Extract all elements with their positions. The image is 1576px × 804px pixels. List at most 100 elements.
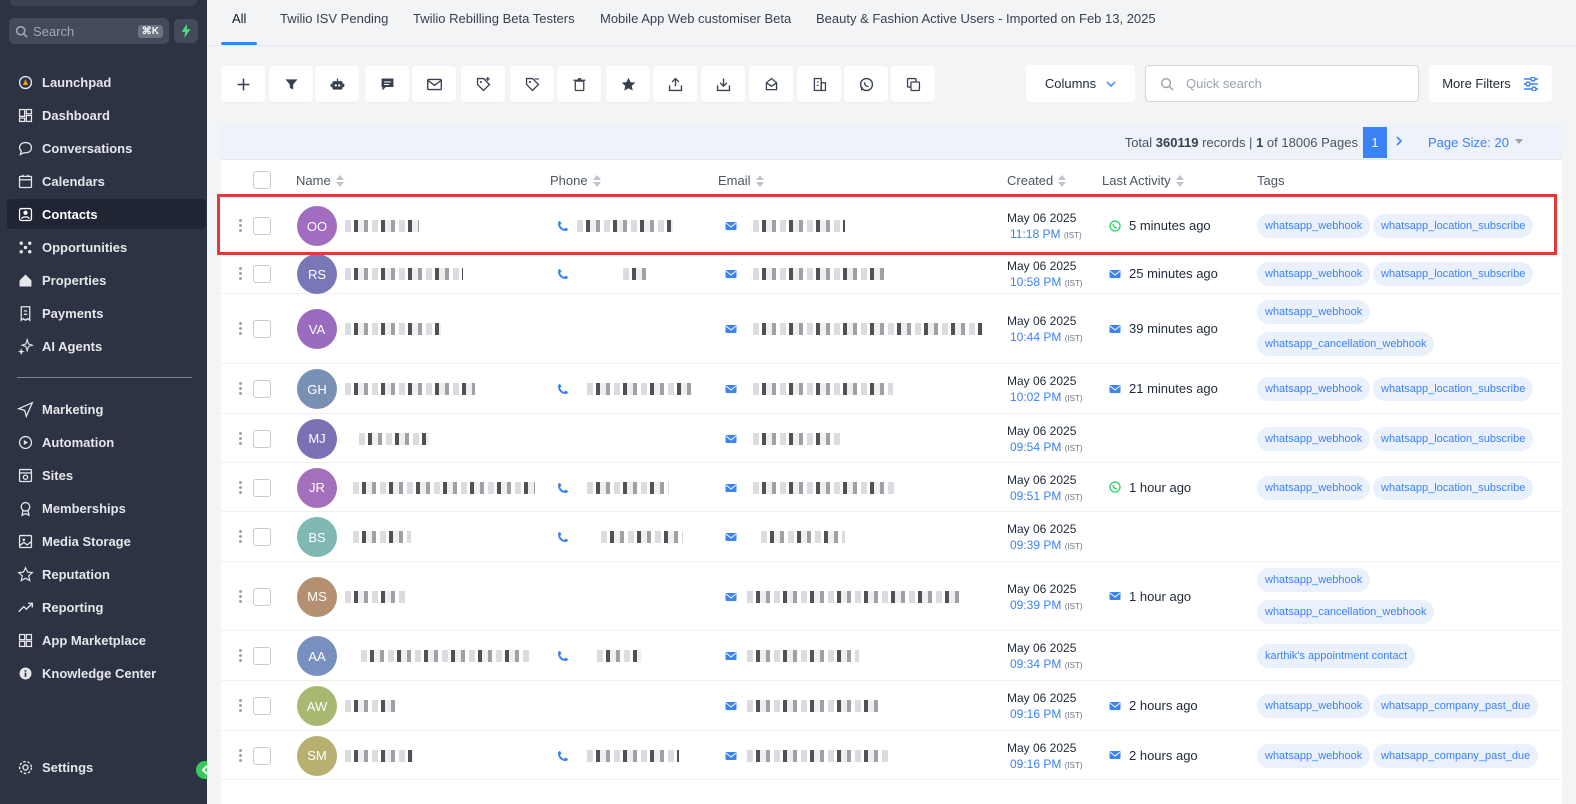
avatar[interactable]: MJ: [297, 418, 337, 459]
tag-add-toolbar-button[interactable]: [461, 66, 505, 102]
row-checkbox[interactable]: [253, 528, 271, 546]
contact-name-redacted[interactable]: [361, 650, 531, 662]
phone-redacted[interactable]: [601, 531, 683, 543]
avatar[interactable]: AA: [297, 636, 337, 676]
tab-twilio-rebilling-beta[interactable]: Twilio Rebilling Beta Testers: [413, 11, 575, 26]
row-checkbox[interactable]: [253, 587, 271, 606]
sidebar-item-automation[interactable]: Automation: [7, 427, 206, 457]
avatar[interactable]: RS: [297, 254, 337, 294]
tab-beauty-fashion-active-users[interactable]: Beauty & Fashion Active Users - Imported…: [816, 11, 1156, 26]
tag-remove-toolbar-button[interactable]: [510, 66, 554, 102]
sidebar-item-conversations[interactable]: Conversations: [7, 133, 206, 163]
drag-handle-icon[interactable]: [239, 699, 243, 714]
sidebar-search[interactable]: Search ⌘K: [9, 18, 169, 44]
contact-name-redacted[interactable]: [345, 220, 419, 232]
sidebar-item-properties[interactable]: Properties: [7, 265, 206, 295]
tag-chip[interactable]: whatsapp_webhook: [1257, 475, 1371, 500]
avatar[interactable]: OO: [297, 206, 337, 246]
tag-chip[interactable]: whatsapp_location_subscribe: [1373, 475, 1534, 500]
email-redacted[interactable]: [761, 531, 845, 543]
tag-chip[interactable]: whatsapp_location_subscribe: [1373, 426, 1534, 451]
export-toolbar-button[interactable]: [653, 66, 697, 102]
row-checkbox[interactable]: [253, 697, 271, 715]
duplicate-toolbar-button[interactable]: [891, 66, 935, 102]
email-redacted[interactable]: [753, 220, 845, 232]
email-redacted[interactable]: [747, 590, 961, 603]
email-redacted[interactable]: [753, 481, 895, 494]
sidebar-item-media-storage[interactable]: Media Storage: [7, 526, 206, 556]
drag-handle-icon[interactable]: [239, 219, 243, 234]
tag-chip[interactable]: karthik's appointment contact: [1257, 644, 1416, 668]
drag-handle-icon[interactable]: [239, 649, 243, 664]
drag-handle-icon[interactable]: [239, 382, 243, 397]
email-redacted[interactable]: [747, 700, 879, 712]
caret-down-icon[interactable]: [1514, 137, 1524, 145]
sidebar-item-reputation[interactable]: Reputation: [7, 559, 206, 589]
tag-chip[interactable]: whatsapp_webhook: [1257, 377, 1371, 401]
tag-chip[interactable]: whatsapp_webhook: [1257, 300, 1371, 324]
sidebar-item-knowledge-center[interactable]: Knowledge Center: [7, 658, 206, 688]
more-filters-button[interactable]: More Filters: [1429, 65, 1552, 102]
drag-handle-icon[interactable]: [239, 431, 243, 447]
tag-chip[interactable]: whatsapp_location_subscribe: [1373, 262, 1534, 286]
contact-name-redacted[interactable]: [345, 700, 399, 712]
row-checkbox[interactable]: [253, 265, 271, 283]
phone-redacted[interactable]: [587, 481, 669, 494]
table-row[interactable]: RS May 06 2025 10:58 PM (IST) 25 minutes ag…: [221, 254, 1562, 294]
avatar[interactable]: MS: [297, 576, 337, 617]
sidebar-item-ai-agents[interactable]: AI Agents: [7, 331, 206, 361]
email-toolbar-button[interactable]: [412, 66, 456, 102]
contact-name-redacted[interactable]: [359, 432, 429, 445]
sidebar-item-launchpad[interactable]: Launchpad: [7, 67, 206, 97]
message-toolbar-button[interactable]: [365, 66, 409, 102]
phone-redacted[interactable]: [587, 383, 691, 395]
sidebar-item-contacts[interactable]: Contacts: [7, 199, 206, 229]
robot-toolbar-button[interactable]: [315, 66, 359, 102]
quick-search-box[interactable]: [1145, 65, 1419, 102]
contact-name-redacted[interactable]: [345, 323, 441, 335]
email-redacted[interactable]: [753, 383, 893, 395]
contact-name-redacted[interactable]: [345, 268, 463, 280]
star-toolbar-button[interactable]: [606, 66, 650, 102]
sidebar-item-settings[interactable]: Settings: [7, 752, 206, 782]
phone-redacted[interactable]: [577, 220, 673, 232]
tag-chip[interactable]: whatsapp_company_past_due: [1373, 694, 1539, 718]
sidebar-item-app-marketplace[interactable]: App Marketplace: [7, 625, 206, 655]
email-redacted[interactable]: [753, 268, 885, 280]
row-checkbox[interactable]: [253, 647, 271, 665]
row-checkbox[interactable]: [253, 320, 271, 338]
sidebar-item-sites[interactable]: Sites: [7, 460, 206, 490]
avatar[interactable]: AW: [297, 686, 337, 726]
chevron-right-icon[interactable]: [1395, 132, 1403, 150]
tag-chip[interactable]: whatsapp_cancellation_webhook: [1257, 599, 1435, 624]
avatar[interactable]: SM: [297, 735, 337, 776]
contact-name-redacted[interactable]: [353, 481, 535, 494]
tag-chip[interactable]: whatsapp_company_past_due: [1373, 743, 1539, 768]
sidebar-item-reporting[interactable]: Reporting: [7, 592, 206, 622]
column-header-last-activity[interactable]: Last Activity: [1102, 173, 1185, 188]
table-row[interactable]: AW May 06 2025 09:16 PM (IST) 2 hours ago wh…: [221, 681, 1562, 731]
sidebar-item-opportunities[interactable]: Opportunities: [7, 232, 206, 262]
avatar[interactable]: GH: [297, 369, 337, 409]
email-redacted[interactable]: [753, 323, 983, 335]
contact-name-redacted[interactable]: [353, 531, 411, 543]
table-row[interactable]: OO May 06 2025 11:18 PM (IST) 5 minutes ago…: [221, 198, 1562, 254]
tag-chip[interactable]: whatsapp_webhook: [1257, 214, 1371, 238]
page-size-select[interactable]: Page Size: 20: [1428, 135, 1509, 150]
sidebar-item-marketing[interactable]: Marketing: [7, 394, 206, 424]
column-header-phone[interactable]: Phone: [550, 173, 602, 188]
tag-chip[interactable]: whatsapp_webhook: [1257, 426, 1371, 451]
drag-handle-icon[interactable]: [239, 267, 243, 282]
table-row[interactable]: GH May 06 2025 10:02 PM (IST) 21 minutes ag…: [221, 364, 1562, 414]
avatar[interactable]: VA: [297, 309, 337, 349]
email-redacted[interactable]: [747, 749, 891, 762]
column-header-email[interactable]: Email: [718, 173, 765, 188]
table-row[interactable]: MS May 06 2025 09:39 PM (IST) 1 hour ago wha…: [221, 562, 1562, 631]
email-redacted[interactable]: [747, 650, 859, 662]
row-checkbox[interactable]: [253, 478, 271, 497]
table-row[interactable]: JR May 06 2025 09:51 PM (IST) 1 hour ago wha…: [221, 463, 1562, 512]
tag-chip[interactable]: whatsapp_webhook: [1257, 262, 1371, 286]
sidebar-item-dashboard[interactable]: Dashboard: [7, 100, 206, 130]
tab-twilio-isv-pending[interactable]: Twilio ISV Pending: [280, 11, 388, 26]
table-row[interactable]: BS May 06 2025 09:39 PM (IST): [221, 512, 1562, 562]
